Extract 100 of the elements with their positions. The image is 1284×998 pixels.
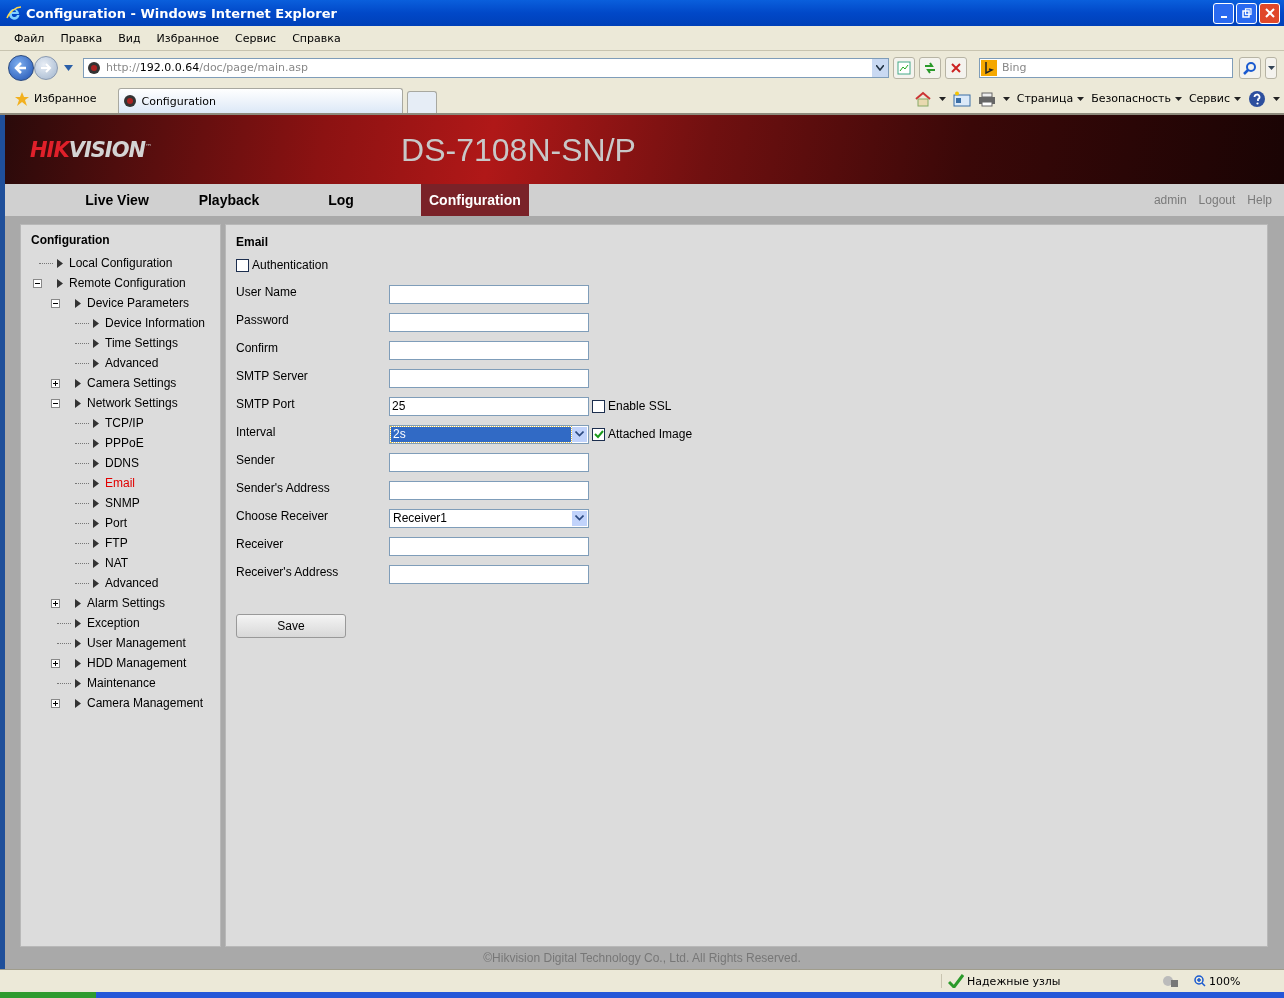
tree-item[interactable]: Maintenance (87, 676, 156, 690)
camera-icon (87, 60, 101, 75)
tree-item[interactable]: NAT (105, 556, 129, 570)
text-field[interactable] (389, 284, 589, 304)
caret-icon (1234, 96, 1241, 101)
menu-item[interactable]: Вид (118, 31, 141, 45)
field-label: Password (236, 313, 290, 327)
text-field[interactable] (389, 452, 589, 472)
printer-icon[interactable] (977, 90, 996, 107)
tree-item[interactable]: TCP/IP (105, 416, 144, 430)
menu-item[interactable]: Избранное (156, 31, 220, 45)
checkbox[interactable] (236, 258, 249, 272)
dropdown-button[interactable] (572, 426, 587, 442)
command-menu[interactable]: Сервис (1188, 92, 1241, 105)
tree-item[interactable]: SNMP (105, 496, 140, 510)
chevron-down-icon (575, 431, 584, 437)
caret-icon[interactable] (1273, 96, 1280, 101)
text-field[interactable] (389, 312, 589, 332)
address-field[interactable]: http://192.0.0.64/doc/page/main.asp (83, 57, 889, 78)
menu-item[interactable]: Правка (60, 31, 103, 45)
favorites-button[interactable]: Избранное (8, 85, 103, 112)
text-field[interactable] (389, 340, 589, 360)
tree-item[interactable]: Advanced (105, 356, 159, 370)
caret-icon[interactable] (1002, 96, 1010, 101)
command-menu[interactable]: Страница (1016, 92, 1085, 105)
tree-toggle-icon[interactable] (33, 278, 42, 288)
tree-item[interactable]: Device Parameters (87, 296, 190, 310)
tree-item[interactable]: Port (105, 516, 127, 530)
search-options-button[interactable] (1265, 56, 1277, 79)
tree-toggle-icon[interactable] (51, 598, 60, 608)
cross-icon (950, 61, 962, 74)
checkbox-label: Attached Image (608, 427, 693, 441)
tree-item[interactable]: Exception (87, 616, 140, 630)
tree-toggle-icon[interactable] (51, 398, 60, 408)
field-label: SMTP Port (236, 397, 296, 411)
menu-item[interactable]: Файл (14, 31, 45, 45)
save-button[interactable]: Save (236, 614, 346, 638)
tree-toggle-icon[interactable] (51, 378, 60, 388)
text-field[interactable]: 25 (389, 396, 589, 416)
tree-item[interactable]: Network Settings (87, 396, 178, 410)
text-field[interactable] (389, 564, 589, 584)
chevron-down-icon (876, 64, 884, 71)
text-field[interactable] (389, 368, 589, 388)
caret-icon[interactable] (938, 96, 946, 101)
field-label: Confirm (236, 341, 279, 355)
checkbox[interactable] (592, 427, 605, 441)
browser-logo-icon (6, 5, 22, 21)
tree-item[interactable]: Advanced (105, 576, 159, 590)
nav-tab[interactable]: Playback (173, 184, 285, 216)
dropdown-button[interactable] (872, 58, 888, 77)
tree-toggle-icon[interactable] (51, 658, 60, 668)
menu-item[interactable]: Справка (292, 31, 341, 45)
zoom-level[interactable]: 100% (1194, 974, 1264, 988)
nav-tab[interactable]: Live View (61, 184, 173, 216)
tree-item[interactable]: DDNS (105, 456, 139, 470)
stop-button[interactable] (945, 56, 967, 79)
restore-button[interactable] (1236, 2, 1257, 24)
back-button[interactable] (8, 54, 34, 81)
tree-item[interactable]: FTP (105, 536, 128, 550)
checkbox[interactable] (592, 399, 605, 413)
text-field[interactable] (389, 536, 589, 556)
home-icon[interactable] (913, 90, 932, 107)
tree-toggle-icon[interactable] (51, 698, 60, 708)
minimize-button[interactable] (1213, 2, 1234, 24)
chevron-down-icon (575, 515, 584, 521)
tree-item[interactable]: Email (105, 476, 135, 490)
tree-item[interactable]: Camera Settings (87, 376, 177, 390)
search-button[interactable] (1239, 56, 1261, 79)
browser-tab[interactable]: Configuration (118, 88, 404, 113)
arrow-left-icon (14, 60, 28, 75)
arrow-icon (75, 298, 81, 308)
search-field[interactable]: Bing (979, 57, 1233, 78)
tree-item[interactable]: Remote Configuration (69, 276, 186, 290)
nav-tab[interactable]: Configuration (421, 184, 529, 216)
select-field[interactable]: Receiver1 (389, 508, 589, 528)
help-icon[interactable] (1248, 89, 1266, 108)
tree-item[interactable]: Alarm Settings (87, 596, 166, 610)
restore-icon (1241, 8, 1252, 18)
tree-item[interactable]: Time Settings (105, 336, 178, 350)
close-button[interactable] (1259, 2, 1280, 24)
nav-tab[interactable]: Log (285, 184, 397, 216)
select-field[interactable]: 2s (389, 424, 589, 444)
tree-item[interactable]: HDD Management (87, 656, 187, 670)
camera-icon (123, 94, 138, 108)
text-field[interactable] (389, 480, 589, 500)
section-title: Email (236, 235, 269, 249)
command-menu[interactable]: Безопасность (1091, 92, 1182, 105)
tree-item[interactable]: Local Configuration (69, 256, 173, 270)
refresh-icon (923, 60, 937, 75)
refresh-button[interactable] (919, 56, 941, 79)
field-label: Interval (236, 425, 277, 439)
field-label: Receiver (236, 537, 285, 551)
tree-item[interactable]: Camera Management (87, 696, 204, 710)
dropdown-button[interactable] (572, 510, 587, 526)
menu-item[interactable]: Сервис (235, 31, 277, 45)
tree-toggle-icon[interactable] (51, 298, 60, 308)
tree-item[interactable]: User Management (87, 636, 186, 650)
feeds-icon[interactable] (952, 90, 971, 107)
tree-item[interactable]: Device Information (105, 316, 206, 330)
tree-item[interactable]: PPPoE (105, 436, 144, 450)
